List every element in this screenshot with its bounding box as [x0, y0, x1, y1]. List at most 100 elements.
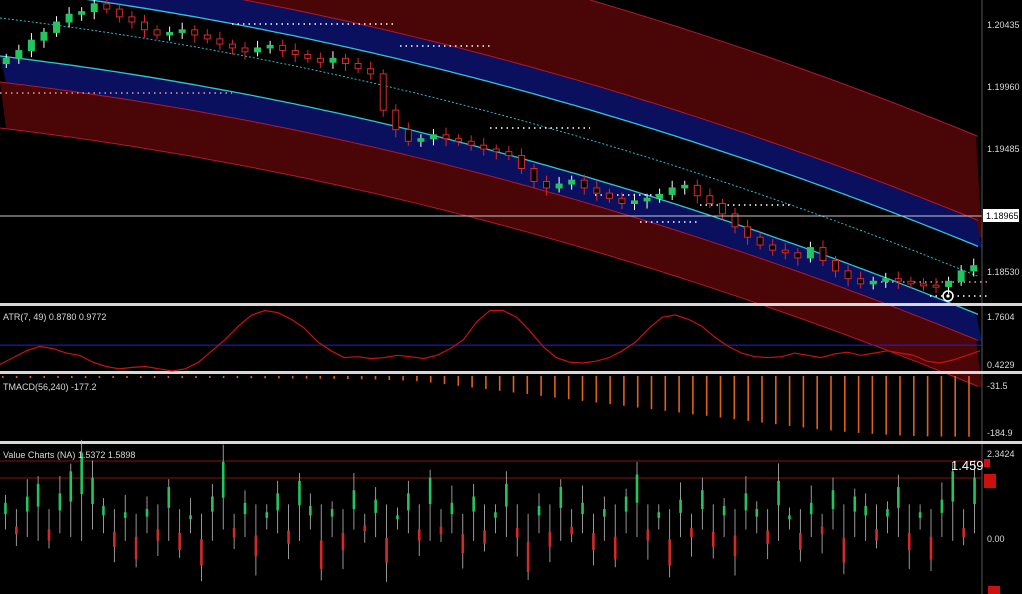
- candle-down: [794, 252, 802, 259]
- candle-down: [907, 280, 915, 285]
- candle-down: [530, 167, 538, 182]
- candle-down: [781, 249, 789, 254]
- candle-down: [241, 47, 249, 53]
- value-bar-up: [809, 502, 813, 515]
- value-bar-up: [407, 493, 410, 511]
- tmacd-bar: [788, 376, 791, 426]
- separator-tmacd[interactable]: [0, 371, 1022, 374]
- value-bar-up: [722, 505, 726, 516]
- value-bar-down: [254, 535, 258, 557]
- atr-title: ATR(7, 49) 0.8780 0.9772: [3, 312, 106, 322]
- value-bar-down: [766, 530, 769, 544]
- tmacd-bar: [802, 376, 805, 428]
- tmacd-bar: [581, 376, 584, 401]
- tmacd-bar: [112, 376, 114, 378]
- tmacd-bar: [719, 376, 722, 418]
- candle-up: [40, 31, 48, 41]
- value-bar-down: [113, 531, 116, 547]
- tmacd-bar: [844, 376, 846, 432]
- candle-up: [90, 3, 98, 13]
- tmacd-bar: [319, 376, 322, 379]
- trading-chart[interactable]: 1.20435 1.19960 1.19485 1.18530 1.18965 …: [0, 0, 1022, 594]
- tmacd-bar: [871, 376, 874, 434]
- value-bar-up: [102, 505, 105, 516]
- candle-down: [228, 43, 236, 49]
- tmacd-bar: [305, 376, 308, 379]
- value-bar-down: [842, 538, 846, 563]
- candle-up: [2, 57, 10, 65]
- candle-up: [945, 280, 953, 287]
- value-bar-up: [91, 477, 94, 505]
- value-bar-down: [200, 539, 203, 566]
- separator-atr[interactable]: [0, 303, 1022, 306]
- value-bar-up: [657, 512, 661, 518]
- tmacd-bar: [374, 376, 377, 380]
- tmacd-bar: [167, 376, 170, 378]
- tmacd-bar: [388, 376, 391, 380]
- candle-down: [543, 180, 551, 189]
- value-bar-down: [178, 532, 181, 550]
- candle-down: [706, 195, 714, 204]
- candle-up: [53, 21, 61, 33]
- candle-down: [919, 283, 927, 287]
- tmacd-bar: [402, 376, 404, 381]
- candle-up: [178, 29, 186, 33]
- value-bar-down: [646, 529, 650, 541]
- tmacd-bar: [2, 376, 4, 378]
- value-bar-down: [363, 525, 367, 532]
- value-bar-down: [613, 536, 617, 560]
- candle-down: [505, 151, 513, 157]
- candle-down: [593, 187, 601, 194]
- candle-down: [404, 129, 412, 142]
- tmacd-bar: [498, 376, 501, 391]
- value-bar-up: [472, 496, 475, 512]
- tmacd-bar: [98, 376, 101, 378]
- tmacd-bar: [705, 376, 708, 416]
- value-bar-down: [232, 527, 236, 538]
- value-scale-top: 2.3424: [987, 449, 1015, 459]
- tmacd-bar: [485, 376, 487, 390]
- candle-up: [630, 200, 638, 204]
- value-bar-up: [973, 477, 976, 505]
- candle-up: [970, 265, 978, 272]
- tmacd-bar: [954, 376, 956, 437]
- atr-scale-bottom: 0.4229: [987, 360, 1015, 370]
- value-bar-down: [799, 532, 802, 550]
- tmacd-bar: [347, 376, 349, 380]
- value-bar-down: [875, 529, 878, 541]
- value-bar-up: [211, 496, 214, 512]
- current-price-label: 1.18965: [986, 211, 1019, 221]
- separator-value-charts[interactable]: [0, 441, 1022, 444]
- tmacd-bar: [940, 376, 943, 437]
- tmacd-bar: [733, 376, 736, 420]
- value-bar-up: [559, 487, 563, 508]
- tmacd-bar: [360, 376, 363, 380]
- candle-down: [279, 44, 287, 52]
- candle-down: [857, 278, 865, 285]
- value-bar-down: [461, 534, 465, 554]
- value-bar-down: [319, 540, 323, 569]
- value-bar-up: [701, 490, 704, 510]
- candle-up: [417, 138, 425, 142]
- value-bar-down: [15, 526, 18, 535]
- candle-down: [367, 68, 375, 75]
- value-scale-mid: 0.00: [987, 534, 1005, 544]
- candle-down: [115, 8, 123, 18]
- tmacd-bar: [222, 376, 225, 378]
- value-bar-up: [603, 509, 606, 517]
- tmacd-bar: [816, 376, 818, 430]
- candle-up: [656, 193, 664, 199]
- tmacd-bar: [830, 376, 832, 431]
- candle-down: [316, 57, 324, 63]
- value-bar-up: [352, 490, 356, 510]
- candle-down: [819, 247, 827, 262]
- candle-down: [894, 278, 902, 282]
- candle-up: [555, 183, 563, 189]
- candle-down: [605, 192, 613, 199]
- value-bar-up: [330, 509, 334, 517]
- value-bar-up: [581, 502, 584, 515]
- tmacd-title: TMACD(56,240) -177.2: [3, 382, 97, 392]
- tmacd-bar: [650, 376, 653, 410]
- value-bar-up: [537, 505, 541, 516]
- candle-down: [128, 16, 136, 23]
